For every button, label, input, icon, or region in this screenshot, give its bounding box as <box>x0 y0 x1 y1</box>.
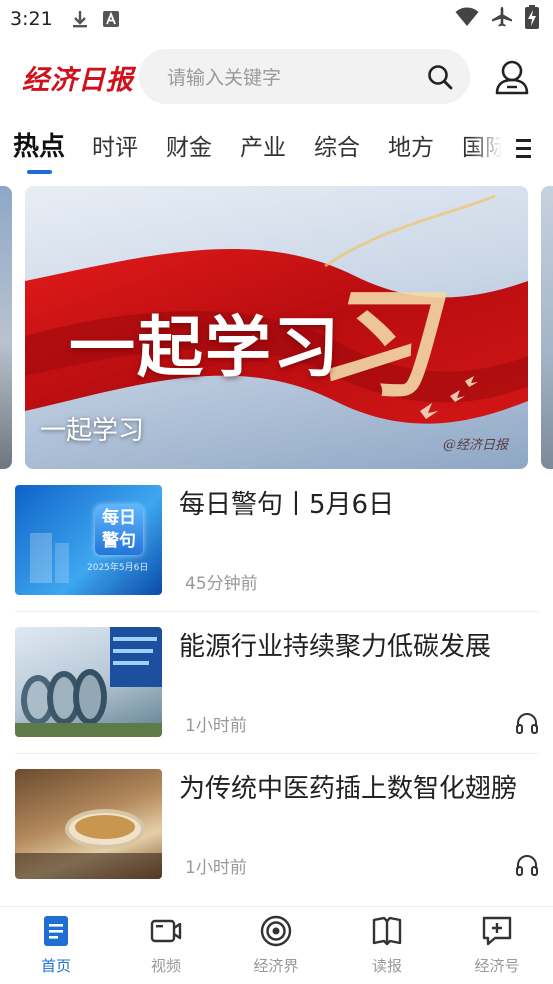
news-time: 1小时前 <box>185 858 247 878</box>
news-title[interactable]: 为传统中医药插上数智化翅膀 <box>179 769 539 809</box>
news-thumbnail <box>15 627 162 737</box>
app-logo[interactable]: 经济日报 <box>22 58 134 97</box>
banner-hero-text: 一起学习 <box>69 308 341 386</box>
news-thumbnail: 每日警句 2025年5月6日 <box>15 485 162 595</box>
thumb-date: 2025年5月6日 <box>87 563 149 573</box>
banner-caption: 一起学习 <box>40 416 145 446</box>
category-tabs: 热点 时评 财金 产业 综合 地方 国际 <box>0 116 553 178</box>
headphones-icon[interactable] <box>515 853 539 877</box>
wifi-icon <box>455 7 479 31</box>
nav-economy-world[interactable]: 经济界 <box>231 915 321 976</box>
nav-read-paper[interactable]: 读报 <box>342 915 432 976</box>
news-thumbnail <box>15 769 162 879</box>
news-title[interactable]: 能源行业持续聚力低碳发展 <box>179 627 539 667</box>
news-item[interactable]: 能源行业持续聚力低碳发展 1小时前 <box>15 627 538 739</box>
home-doc-icon <box>44 916 68 946</box>
thumb-title: 每日警句 <box>102 508 136 551</box>
menu-icon[interactable] <box>504 136 536 160</box>
user-profile-icon[interactable] <box>494 58 530 96</box>
tab-general[interactable]: 综合 <box>314 128 360 162</box>
tab-finance[interactable]: 财金 <box>166 128 212 162</box>
banner-slide[interactable]: 习 一起学习 一起学习 @经济日报 <box>25 186 528 469</box>
add-note-icon <box>482 916 512 946</box>
news-item[interactable]: 每日警句 2025年5月6日 每日警句丨5月6日 45分钟前 <box>15 485 538 597</box>
book-icon <box>372 916 402 946</box>
battery-charging-icon <box>525 5 539 33</box>
banner-next-peek[interactable] <box>541 186 553 469</box>
news-item[interactable]: 为传统中医药插上数智化翅膀 1小时前 <box>15 769 538 881</box>
video-icon <box>150 919 182 943</box>
search-icon[interactable] <box>426 63 454 91</box>
nav-video[interactable]: 视频 <box>121 915 211 976</box>
news-time: 45分钟前 <box>185 574 258 594</box>
download-icon <box>71 9 89 29</box>
bottom-nav: 首页 视频 经济界 读报 经济号 <box>0 906 553 984</box>
tab-hot[interactable]: 热点 <box>13 126 65 163</box>
tab-industry[interactable]: 产业 <box>240 128 286 162</box>
news-time: 1小时前 <box>185 716 247 736</box>
app-header: 经济日报 请输入关键字 <box>0 38 553 116</box>
nav-label: 首页 <box>40 957 71 975</box>
nav-home[interactable]: 首页 <box>11 915 101 976</box>
nav-label: 经济界 <box>253 957 299 975</box>
headphones-icon[interactable] <box>515 711 539 735</box>
tab-commentary[interactable]: 时评 <box>92 128 138 162</box>
nav-economy-account[interactable]: 经济号 <box>452 915 542 976</box>
search-placeholder[interactable]: 请输入关键字 <box>167 63 426 90</box>
active-tab-indicator <box>27 170 52 174</box>
nav-label: 视频 <box>150 957 181 975</box>
status-time: 3:21 <box>10 8 53 30</box>
banner-prev-peek[interactable] <box>0 186 12 469</box>
status-bar: 3:21 <box>0 0 553 38</box>
divider <box>15 753 538 754</box>
font-app-icon <box>102 11 119 27</box>
airplane-icon <box>491 6 513 32</box>
news-title[interactable]: 每日警句丨5月6日 <box>179 485 539 525</box>
nav-label: 读报 <box>371 957 402 975</box>
nav-label: 经济号 <box>474 957 520 975</box>
search-bar[interactable]: 请输入关键字 <box>139 49 470 104</box>
divider <box>15 611 538 612</box>
banner-watermark: @经济日报 <box>443 438 509 453</box>
tab-local[interactable]: 地方 <box>388 128 434 162</box>
target-icon <box>260 915 292 947</box>
